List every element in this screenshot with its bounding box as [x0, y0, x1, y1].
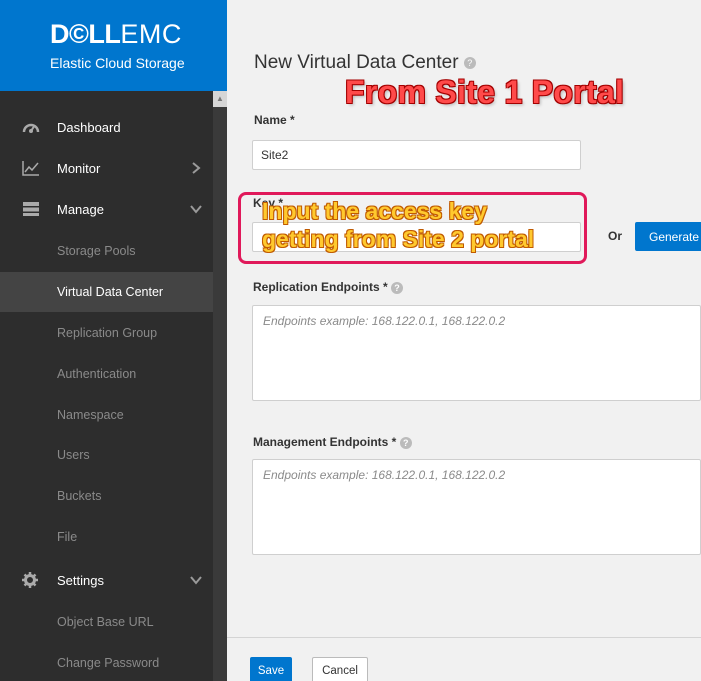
annotation-note-line: Input the access key	[262, 198, 487, 224]
management-endpoints-input[interactable]	[252, 459, 701, 555]
scroll-up-icon[interactable]: ▲	[213, 91, 227, 107]
chevron-right-icon	[189, 161, 203, 175]
sidebar-item-virtual-data-center[interactable]: Virtual Data Center	[0, 272, 213, 312]
sidebar-item-settings[interactable]: Settings	[0, 561, 213, 601]
sidebar-item-users[interactable]: Users	[0, 435, 213, 475]
sidebar-item-label: Authentication	[57, 367, 137, 381]
sidebar-item-buckets[interactable]: Buckets	[0, 476, 213, 516]
generate-button[interactable]: Generate	[635, 222, 701, 251]
cancel-button[interactable]: Cancel	[312, 657, 368, 681]
dashboard-icon	[22, 119, 40, 135]
server-icon	[22, 201, 40, 217]
sidebar-item-dashboard[interactable]: Dashboard	[0, 108, 213, 148]
name-input[interactable]	[252, 140, 581, 170]
chevron-down-icon	[189, 202, 203, 216]
sidebar-item-label: Dashboard	[57, 120, 121, 135]
sidebar-item-change-password[interactable]: Change Password	[0, 643, 213, 681]
or-label: Or	[608, 229, 623, 243]
sidebar-item-label: Storage Pools	[57, 244, 136, 258]
sidebar-item-monitor[interactable]: Monitor	[0, 149, 213, 189]
sidebar-item-label: File	[57, 530, 78, 544]
sidebar-item-label: Object Base URL	[57, 615, 154, 629]
replication-endpoints-input[interactable]	[252, 305, 701, 401]
sidebar-item-label: Virtual Data Center	[57, 285, 164, 299]
sidebar-item-replication-group[interactable]: Replication Group	[0, 313, 213, 353]
sidebar-item-storage-pools[interactable]: Storage Pools	[0, 231, 213, 271]
gear-icon	[22, 572, 40, 588]
page-title: New Virtual Data Center ?	[254, 52, 476, 74]
sidebar-item-file[interactable]: File	[0, 517, 213, 557]
sidebar-item-label: Settings	[57, 573, 104, 588]
help-icon[interactable]: ?	[463, 56, 476, 69]
footer-divider	[227, 637, 701, 638]
chart-line-icon	[22, 160, 40, 176]
brand-header: D©LLEMC Elastic Cloud Storage	[0, 0, 227, 91]
management-endpoints-label: Management Endpoints * ?	[253, 435, 412, 449]
sidebar-item-label: Monitor	[57, 161, 101, 176]
sidebar-item-label: Change Password	[57, 656, 160, 670]
help-icon[interactable]: ?	[399, 436, 412, 449]
help-icon[interactable]: ?	[391, 281, 404, 294]
sidebar-item-namespace[interactable]: Namespace	[0, 395, 213, 435]
sidebar-scrollbar[interactable]	[213, 91, 227, 681]
sidebar-item-label: Buckets	[57, 489, 102, 503]
sidebar-item-manage[interactable]: Manage	[0, 190, 213, 230]
name-label: Name *	[254, 113, 295, 127]
sidebar-item-label: Namespace	[57, 408, 124, 422]
sidebar-item-object-base-url[interactable]: Object Base URL	[0, 602, 213, 642]
product-name: Elastic Cloud Storage	[50, 55, 185, 71]
chevron-down-icon	[189, 573, 203, 587]
sidebar-item-label: Manage	[57, 202, 104, 217]
sidebar-item-label: Users	[57, 448, 90, 462]
annotation-title: From Site 1 Portal	[345, 74, 625, 110]
sidebar-item-label: Replication Group	[57, 326, 158, 340]
annotation-note: Input the access key getting from Site 2…	[262, 197, 534, 253]
annotation-note-line: getting from Site 2 portal	[262, 226, 535, 252]
replication-endpoints-label: Replication Endpoints * ?	[253, 280, 404, 294]
save-button[interactable]: Save	[250, 657, 292, 681]
dell-emc-logo: D©LLEMC	[50, 19, 182, 49]
sidebar-item-authentication[interactable]: Authentication	[0, 354, 213, 394]
sidebar: D©LLEMC Elastic Cloud Storage ▲ Dashboar…	[0, 0, 227, 681]
